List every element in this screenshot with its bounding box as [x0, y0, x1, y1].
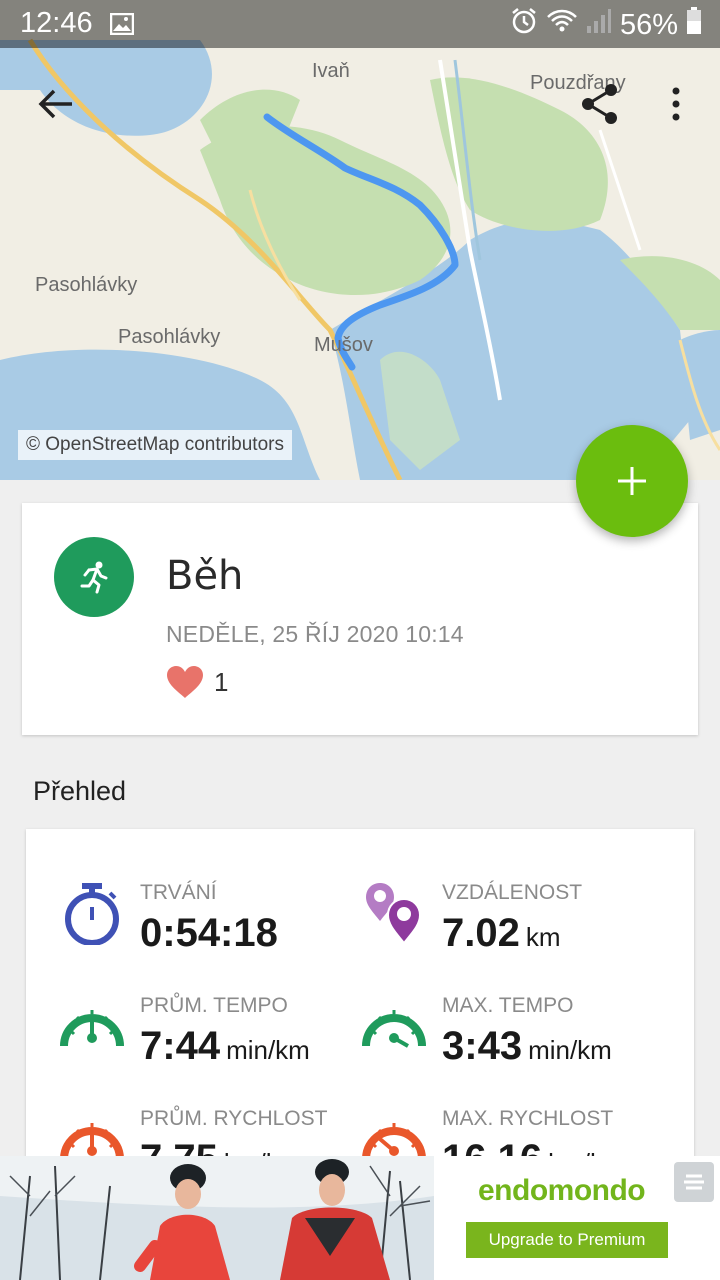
stat-value: 0:54:18 — [140, 911, 278, 955]
gallery-notification-icon — [109, 12, 135, 40]
share-icon — [582, 84, 617, 124]
endomondo-logo: endomondo — [478, 1174, 646, 1207]
workout-date: NEDĚLE, 25 ŘÍJ 2020 10:14 — [166, 621, 464, 647]
route-map[interactable]: Ivaň Pouzdřany Pasohlávky Pasohlávky Muš… — [0, 0, 720, 480]
status-time: 12:46 — [20, 7, 93, 39]
stat-distance: VZDÁLENOST 7.02 km — [362, 881, 662, 971]
stat-label: MAX. RYCHLOST — [442, 1107, 614, 1130]
map-label: Pasohlávky — [35, 274, 138, 296]
back-button[interactable] — [28, 76, 84, 132]
gauge-icon — [60, 1010, 124, 1047]
share-button[interactable] — [572, 76, 628, 132]
stat-value: 3:43 min/km — [442, 1024, 612, 1068]
stat-avg-pace: PRŮM. TEMPO 7:44 min/km — [60, 994, 360, 1084]
stat-value: 7:44 min/km — [140, 1024, 310, 1068]
gauge-icon — [362, 1010, 426, 1048]
map-label: Mušov — [314, 334, 373, 356]
wifi-icon — [546, 8, 578, 42]
signal-icon — [586, 8, 612, 42]
stat-label: TRVÁNÍ — [140, 881, 217, 904]
stat-duration: TRVÁNÍ 0:54:18 — [60, 881, 360, 971]
sport-avatar — [54, 537, 134, 617]
status-icons: 56% — [510, 7, 702, 43]
plus-icon — [618, 467, 646, 495]
heart-icon — [167, 666, 203, 698]
likes-count: 1 — [214, 666, 229, 697]
battery-percent: 56% — [619, 8, 678, 41]
more-button[interactable] — [648, 76, 704, 132]
stat-label: PRŮM. RYCHLOST — [140, 1107, 328, 1130]
map-label: Ivaň — [312, 60, 350, 82]
workout-summary-card: Běh NEDĚLE, 25 ŘÍJ 2020 10:14 1 — [22, 503, 698, 735]
add-button[interactable] — [576, 425, 688, 537]
ad-brand-panel: endomondo Upgrade to Premium — [434, 1156, 720, 1280]
overview-card: TRVÁNÍ 0:54:18 VZDÁLENOST 7.02 km PRŮM. T… — [26, 829, 694, 1189]
ad-choices-icon[interactable] — [674, 1162, 714, 1202]
ad-banner[interactable]: endomondo Upgrade to Premium — [0, 1156, 720, 1280]
overview-title: Přehled — [33, 776, 127, 806]
arrow-left-icon — [38, 89, 72, 119]
stopwatch-icon — [65, 883, 119, 945]
stat-label: VZDÁLENOST — [442, 881, 583, 904]
stat-max-pace: MAX. TEMPO 3:43 min/km — [362, 994, 662, 1084]
sport-title: Běh — [166, 553, 244, 599]
running-icon — [80, 561, 108, 594]
status-bar: 12:46 56% — [0, 0, 720, 48]
battery-icon — [686, 7, 702, 43]
likes[interactable]: 1 — [166, 665, 228, 699]
map-pins-icon — [366, 883, 422, 945]
map-label: Pasohlávky — [118, 326, 221, 348]
stat-value: 7.02 km — [442, 911, 561, 955]
stat-label: MAX. TEMPO — [442, 994, 574, 1017]
upgrade-premium-button[interactable]: Upgrade to Premium — [466, 1222, 668, 1258]
map-attribution[interactable]: © OpenStreetMap contributors — [18, 430, 292, 460]
ad-photo-runners — [0, 1156, 434, 1280]
workout-detail-screen: Ivaň Pouzdřany Pasohlávky Pasohlávky Muš… — [0, 0, 720, 1280]
alarm-icon — [510, 7, 538, 43]
stat-label: PRŮM. TEMPO — [140, 994, 288, 1017]
more-vert-icon — [672, 87, 680, 121]
